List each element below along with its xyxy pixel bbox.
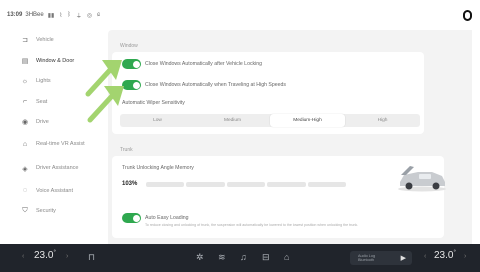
sidebar-item-label: Lights [36,78,51,84]
settings-sidebar: ⊐ Vehicle ▤ Window & Door ☼ Lights ⌐ Sea… [0,30,108,244]
trunk-car-image [398,166,446,192]
status-bar: 13:09 3HBee ▮▮ ⌇ ᛒ ⏚ ◎ ɕ [0,0,480,30]
sidebar-item-label: Driver Assistance [36,165,79,172]
wiper-sensitivity-selector: Low Medium Medium-High High [120,114,420,127]
auto-easy-loading-note: To reduce closing and unlocking of trunk… [145,223,359,227]
wiper-option-medium[interactable]: Medium [195,114,270,127]
sidebar-item-drive[interactable]: ◉ Drive [0,112,108,133]
sidebar-item-label: Security [36,208,56,214]
sidebar-item-vr-assist[interactable]: ⌂ Real-time VR Assist [0,133,108,157]
slider-segment [267,182,306,187]
home-icon[interactable]: ⌂ [284,252,289,262]
status-carrier: 3HBee [25,12,44,18]
window-card: Close Windows Automatically after Vehicl… [112,52,424,134]
window-section-label: Window [120,43,138,49]
auto-close-lock-row: Close Windows Automatically after Vehicl… [122,59,262,69]
profile-icon[interactable] [463,10,472,21]
climate-bar: ‹ 23.0° › ⊓ ✲ ≋ ♫ ⊟ ⌂ Audio Log Bluetoot… [0,244,480,272]
voice-icon: ◌ [22,187,28,195]
play-icon[interactable]: ▶ [401,254,406,262]
auto-close-speed-toggle[interactable] [122,80,141,90]
seat-icon: ⌐ [22,98,28,106]
left-temp-increase-icon[interactable]: › [66,253,68,260]
slider-segment [226,182,266,187]
seat-heat-icon[interactable]: ⊓ [88,252,95,263]
sidebar-item-seat[interactable]: ⌐ Seat [0,92,108,113]
wiper-option-medium-high[interactable]: Medium-High [270,114,345,127]
sidebar-item-vehicle[interactable]: ⊐ Vehicle [0,30,108,51]
slider-segment [307,182,347,187]
wifi-icon: ⌇ [59,12,63,19]
auto-easy-loading-row: Auto Easy Loading [122,213,189,223]
car-status-icon[interactable]: ⊟ [262,252,270,263]
bluetooth-icon: ᛒ [67,12,71,18]
shield-icon: ⛉ [22,207,28,215]
door-icon: ▤ [21,57,29,65]
wiper-sensitivity-label: Automatic Wiper Sensitivity [122,100,185,106]
car-icon: ⊐ [22,37,28,45]
sidebar-item-label: Real-time VR Assist [36,141,85,148]
wiper-option-high[interactable]: High [345,114,420,127]
left-temp-decrease-icon[interactable]: ‹ [22,253,24,260]
slider-segment [186,182,225,187]
sidebar-item-voice-assistant[interactable]: ◌ Voice Assistant [0,181,108,202]
sidebar-item-security[interactable]: ⛉ Security [0,201,108,222]
settings-main-panel: Window Close Windows Automatically after… [108,30,472,244]
auto-close-lock-label: Close Windows Automatically after Vehicl… [145,61,263,67]
left-temp-value[interactable]: 23.0° [34,250,56,261]
trunk-angle-slider[interactable] [146,181,347,189]
steering-icon: ◉ [21,119,29,127]
vr-icon: ⌂ [22,141,28,148]
sidebar-item-label: Window & Door [36,57,75,64]
location-icon: ◎ [86,12,93,19]
trunk-card: Trunk Unlocking Angle Memory 103% Auto E… [112,156,446,238]
right-temp-increase-icon[interactable]: › [464,253,466,260]
defrost-icon[interactable]: ≋ [218,252,226,263]
light-icon: ☼ [21,77,29,85]
trunk-angle-label: Trunk Unlocking Angle Memory [122,165,194,171]
right-temp-value[interactable]: 23.0° [434,250,456,261]
fan-icon[interactable]: ✲ [196,252,204,263]
trunk-angle-value: 103% [122,181,138,187]
media-player[interactable]: Audio Log Bluetooth ▶ [350,251,412,265]
signal-icon: ▮▮ [47,12,55,19]
sidebar-item-label: Voice Assistant [36,187,73,194]
assist-icon: ◈ [22,165,28,173]
auto-close-lock-toggle[interactable] [122,59,141,69]
wiper-option-low[interactable]: Low [120,114,195,127]
auto-close-speed-row: Close Windows Automatically when Traveli… [122,80,286,90]
usb-icon: ⏚ [75,13,82,20]
sidebar-item-label: Drive [36,119,49,125]
auto-easy-loading-toggle[interactable] [122,213,141,223]
auto-close-speed-label: Close Windows Automatically when Traveli… [145,82,286,88]
sidebar-item-lights[interactable]: ☼ Lights [0,71,108,92]
right-temp-decrease-icon[interactable]: ‹ [424,253,426,260]
auto-easy-loading-label: Auto Easy Loading [145,215,189,221]
sidebar-item-label: Seat [36,98,48,105]
power-icon: ɕ [97,12,101,18]
status-time: 13:09 [7,12,23,18]
music-icon[interactable]: ♫ [240,252,247,262]
sidebar-item-window-door[interactable]: ▤ Window & Door [0,51,108,72]
media-source: Bluetooth [358,258,375,262]
sidebar-item-driver-assistance[interactable]: ◈ Driver Assistance [0,157,108,181]
sidebar-item-label: Vehicle [36,37,54,43]
slider-segment [146,182,185,187]
trunk-section-label: Trunk [120,147,133,153]
